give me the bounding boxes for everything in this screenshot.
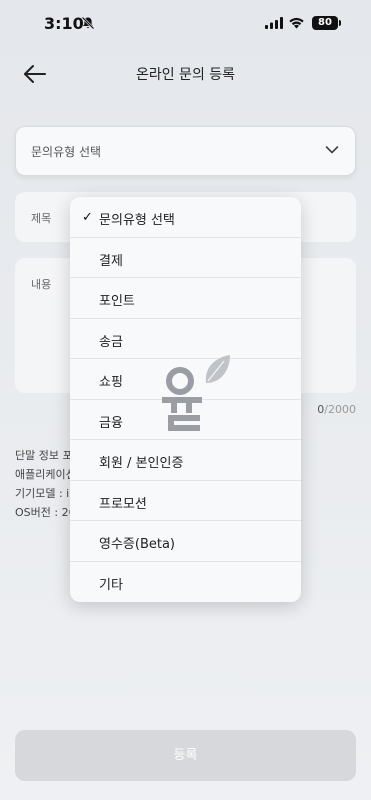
bell-off-icon xyxy=(81,16,95,30)
chevron-down-icon xyxy=(325,146,339,154)
device-info-line: 기기모델 : iP xyxy=(15,487,76,500)
signal-icon xyxy=(265,17,283,29)
char-count-max: /2000 xyxy=(324,403,356,416)
dropdown-item-promotion[interactable]: 프로모션 xyxy=(70,481,301,521)
dropdown-item-label: 회원 / 본인인증 xyxy=(99,456,184,471)
char-counter: 0/2000 xyxy=(317,403,356,416)
device-info-line: OS버전 : 26 xyxy=(15,506,76,519)
title-field-label: 제목 xyxy=(31,212,52,225)
content-field-label: 내용 xyxy=(31,278,52,291)
battery-tip xyxy=(339,20,341,26)
dropdown-item-label: 영수증(Beta) xyxy=(99,537,176,552)
dropdown-item-member-verification[interactable]: 회원 / 본인인증 xyxy=(70,440,301,481)
dropdown-item-transfer[interactable]: 송금 xyxy=(70,319,301,359)
submit-button[interactable]: 등록 xyxy=(15,730,356,781)
battery-indicator: 80 xyxy=(312,16,338,30)
page-title: 온라인 문의 등록 xyxy=(135,67,236,83)
status-time: 3:10 xyxy=(44,14,84,33)
dropdown-item-label: 결제 xyxy=(99,253,123,269)
checkmark-icon: ✓ xyxy=(82,210,93,225)
inquiry-type-select[interactable]: 문의유형 선택 xyxy=(15,126,356,176)
dropdown-item-label: 프로모션 xyxy=(99,496,147,512)
dropdown-item-label: 쇼핑 xyxy=(99,375,123,390)
device-info: 단말 정보 포 애플리케이션 기기모델 : iP OS버전 : 26 xyxy=(15,446,76,522)
device-info-line: 애플리케이션 xyxy=(15,468,76,481)
dropdown-item-receipt[interactable]: 영수증(Beta) xyxy=(70,521,301,562)
dropdown-item-label: 금융 xyxy=(99,415,123,431)
dropdown-item-other[interactable]: 기타 xyxy=(70,562,301,603)
dropdown-item-points[interactable]: 포인트 xyxy=(70,278,301,319)
wifi-icon xyxy=(289,17,304,29)
dropdown-item-label: 기타 xyxy=(99,577,123,593)
dropdown-item-payment[interactable]: 결제 xyxy=(70,238,301,278)
device-info-line: 단말 정보 포 xyxy=(15,449,73,462)
watermark-logo xyxy=(162,355,230,431)
status-bar: 3:10 80 xyxy=(0,0,371,48)
dropdown-item-label: 송금 xyxy=(99,334,123,350)
dropdown-item-label: 포인트 xyxy=(99,294,135,309)
dropdown-item-select-type[interactable]: ✓ 문의유형 선택 xyxy=(70,197,301,238)
inquiry-type-select-label: 문의유형 선택 xyxy=(31,145,102,159)
dropdown-item-label: 문의유형 선택 xyxy=(99,213,175,228)
